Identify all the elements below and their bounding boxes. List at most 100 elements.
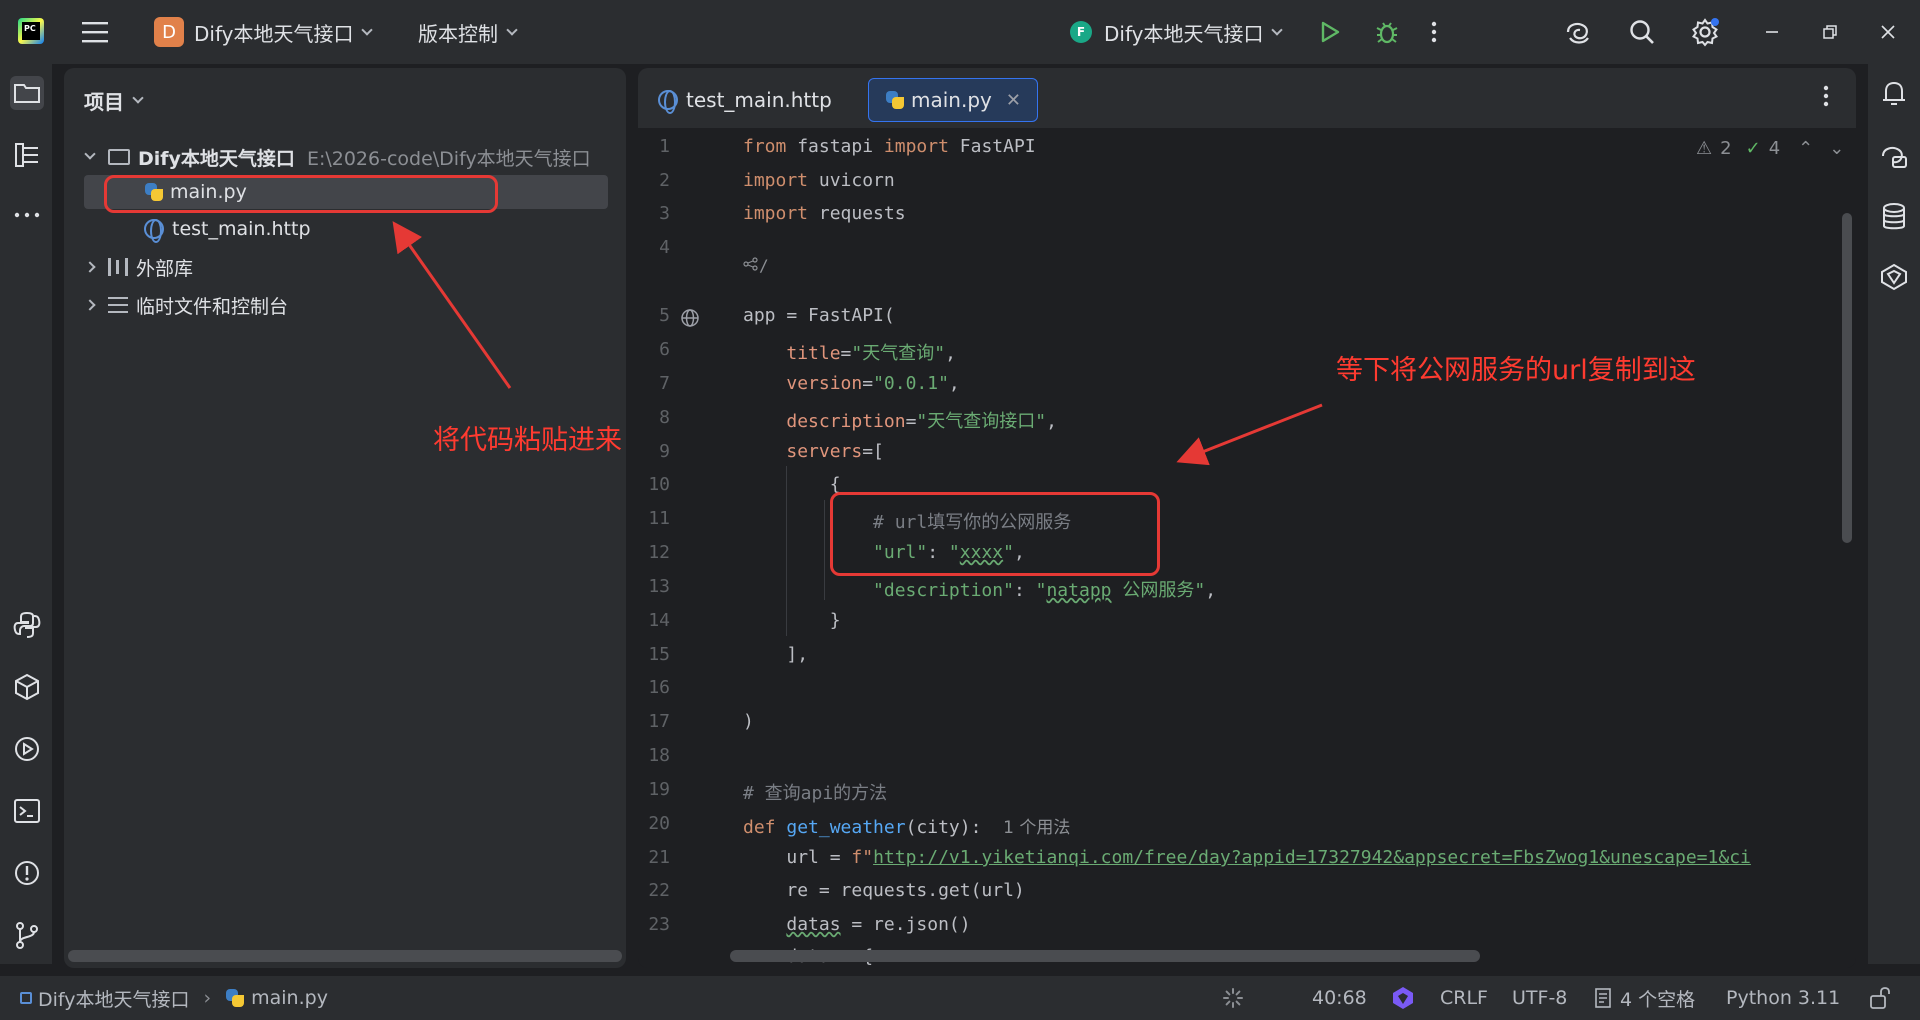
horizontal-scrollbar[interactable] [730,950,1480,962]
python-file-icon [885,90,905,110]
ai-assistant-button[interactable] [1564,12,1592,52]
problems-button[interactable] [10,856,44,890]
editor-panel: test_main.http main.py ✕ ⚠ 2 ✓ 4 ⌃ ⌄ 1 2… [638,68,1856,968]
scratches-label: 临时文件和控制台 [136,295,289,318]
pycharm-logo-icon: PC [18,18,44,44]
annotation-text-url: 等下将公网服务的url复制到这 [1336,355,1696,386]
run-button[interactable] [1318,12,1342,52]
line-number: 15 [648,644,670,665]
more-tools-button[interactable] [10,198,44,232]
chevron-down-icon [361,23,374,36]
problems-icon [15,861,39,885]
code-line-1: from fastapi import FastAPI [743,136,1036,157]
database-button[interactable] [1877,200,1911,234]
expand-arrow-icon[interactable] [84,148,96,160]
line-number: 6 [659,339,670,360]
python-interpreter[interactable]: Python 3.11 [1726,976,1840,1020]
code-line-21: url = f"http://v1.yiketianqi.com/free/da… [786,847,1751,868]
tab-label: test_main.http [686,88,832,112]
folder-icon [108,149,130,165]
debug-button[interactable] [1374,12,1400,52]
git-icon [16,922,38,949]
typo-count: 4 [1768,138,1781,159]
tree-item-test-main-http[interactable]: test_main.http [144,212,311,246]
terminal-button[interactable] [10,794,44,828]
inspection-widget[interactable]: ⚠ 2 ✓ 4 ⌃ ⌄ [1696,138,1844,159]
vcs-menu[interactable]: 版本控制 [418,12,518,52]
copilot-status[interactable] [1390,976,1416,1020]
code-line-2: import uvicorn [743,170,895,191]
database-icon [1883,203,1905,230]
indent-icon [1595,988,1611,1008]
left-tool-strip [0,64,52,964]
main-menu-button[interactable] [82,12,112,52]
python-file-icon [225,988,245,1008]
close-window-button[interactable] [1880,12,1896,52]
indent-setting[interactable]: 4 个空格 [1594,976,1695,1020]
notifications-button[interactable] [1877,76,1911,110]
python-packages-button[interactable] [10,670,44,704]
expand-arrow-icon[interactable] [84,299,96,311]
project-icon [14,84,40,103]
chevron-down-icon[interactable]: ⌄ [1829,138,1844,159]
line-number: 3 [659,203,670,224]
copilot-button[interactable] [1877,260,1911,294]
chevron-down-icon [506,23,518,36]
tree-root-row[interactable]: Dify本地天气接口 E:\2026-code\Dify本地天气接口 [84,140,591,174]
readonly-toggle[interactable] [1868,976,1890,1020]
code-line-20: def get_weather(city): 1 个用法 [743,817,1071,838]
python-console-button[interactable] [10,608,44,642]
chevron-down-icon [1271,23,1284,36]
restore-button[interactable] [1822,12,1838,52]
ai-chat-button[interactable] [1877,140,1911,174]
line-number: 17 [648,711,670,732]
editor-more-button[interactable] [1822,84,1830,112]
structure-icon [15,143,38,167]
usages-inlay-hint[interactable]: 1 个用法 [1003,818,1070,838]
settings-button[interactable] [1690,12,1720,52]
line-number: 7 [659,373,670,394]
git-button[interactable] [10,918,44,952]
project-panel-header[interactable]: 项目 [84,86,144,115]
line-number: 18 [648,745,670,766]
python-console-icon [13,611,41,638]
close-tab-icon[interactable]: ✕ [1006,90,1021,111]
hamburger-icon [82,22,108,43]
structure-tool-button[interactable] [10,138,44,172]
endpoint-globe-icon[interactable] [680,308,700,328]
vertical-scrollbar[interactable] [1842,213,1852,543]
line-number: 20 [648,813,670,834]
chevron-right-icon: › [203,987,212,1009]
breadcrumb-project[interactable]: Dify本地天气接口 [38,985,190,1012]
project-tool-button[interactable] [10,76,44,110]
breadcrumb-file[interactable]: main.py [251,987,328,1009]
code-line-19: # 查询api的方法 [743,783,888,804]
project-badge: D [154,17,184,47]
line-number: 11 [648,508,670,529]
more-actions-button[interactable] [1430,12,1438,52]
tree-item-scratches[interactable]: 临时文件和控制台 [84,288,289,322]
http-file-icon [144,219,164,243]
endpoints-inlay-hint[interactable]: / [743,256,769,275]
expand-arrow-icon[interactable] [84,261,96,273]
chevron-up-icon[interactable]: ⌃ [1798,138,1813,159]
minimize-button[interactable] [1764,12,1780,52]
services-button[interactable] [10,732,44,766]
run-config-selector[interactable]: F Dify本地天气接口 [1070,12,1284,52]
line-number: 8 [659,407,670,428]
scratches-icon [108,297,128,313]
horizontal-scrollbar[interactable] [68,950,622,962]
search-button[interactable] [1628,12,1656,52]
project-switcher[interactable]: D Dify本地天气接口 [154,12,374,52]
tab-main-py[interactable]: main.py ✕ [868,78,1038,122]
tab-test-main-http[interactable]: test_main.http [642,78,848,122]
services-icon [15,737,39,761]
warning-count: 2 [1720,138,1732,159]
code-area[interactable]: ⚠ 2 ✓ 4 ⌃ ⌄ 1 2 3 4 5 6 7 8 9 10 11 12 1… [638,128,1856,968]
tree-item-external-libs[interactable]: 外部库 [84,250,193,284]
project-name: Dify本地天气接口 [194,21,354,46]
notifications-icon [1883,81,1905,105]
file-encoding[interactable]: UTF-8 [1512,976,1567,1020]
caret-position[interactable]: 40:68 [1312,976,1367,1020]
line-separator[interactable]: CRLF [1440,976,1488,1020]
